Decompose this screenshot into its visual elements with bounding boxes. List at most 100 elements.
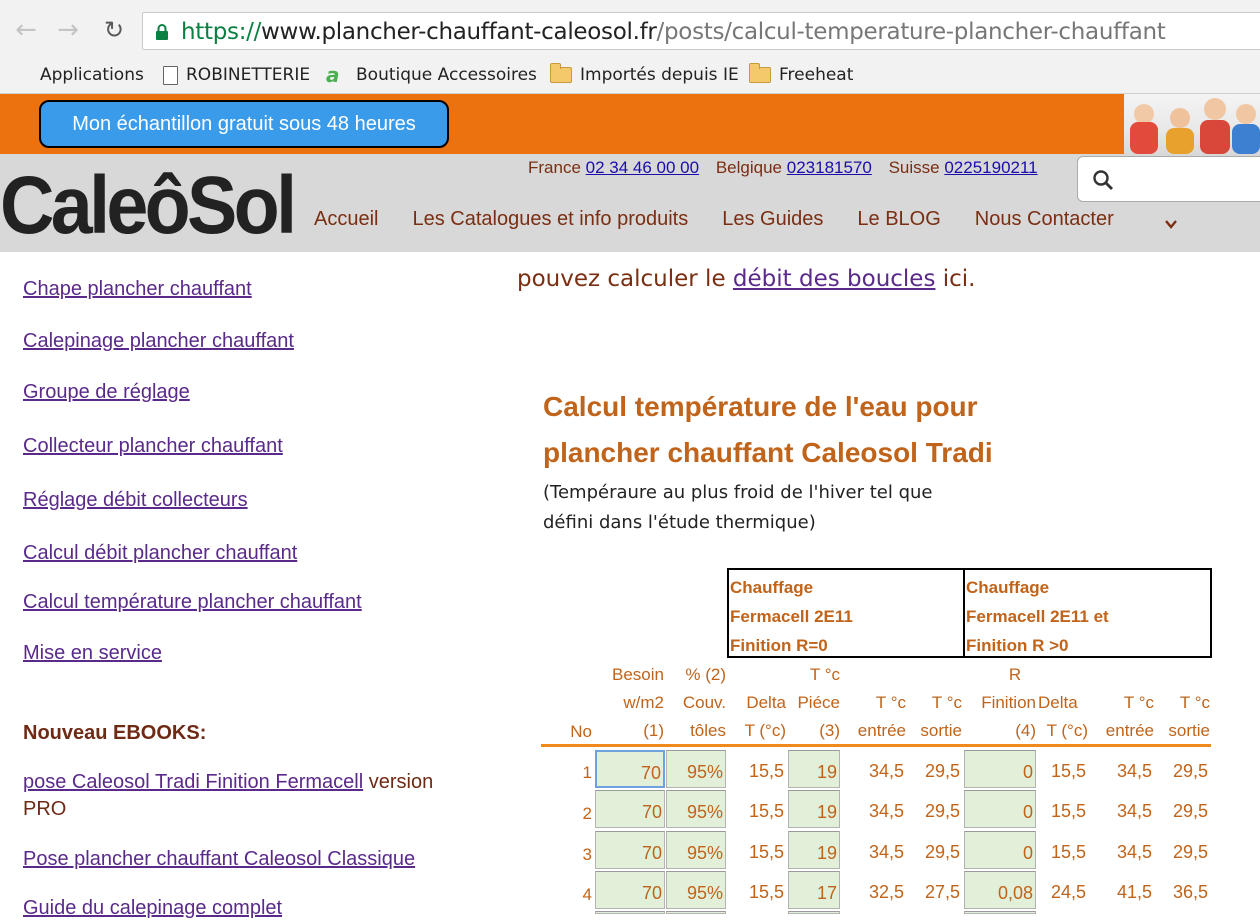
lock-icon xyxy=(156,24,168,40)
address-bar[interactable]: https://www.plancher-chauffant-caleosol.… xyxy=(142,12,1260,50)
bookmarks-bar: Applications ROBINETTERIE a Boutique Acc… xyxy=(0,58,1260,94)
t-piece-input[interactable]: 19 xyxy=(788,790,840,828)
header-t-entree1: T °c entrée xyxy=(857,693,906,740)
bookmark-applications[interactable]: Applications xyxy=(12,62,144,88)
table-header-rule xyxy=(541,744,1211,747)
browser-toolbar: ← → ↻ https://www.plancher-chauffant-cal… xyxy=(0,0,1260,58)
bookmark-importes-ie[interactable]: Importés depuis IE xyxy=(550,62,739,88)
header-delta-t2: Delta T (°c) xyxy=(1038,693,1088,740)
sidebar-link-calepinage[interactable]: Calepinage plancher chauffant xyxy=(23,330,294,352)
t-entree2-value: 34,5 xyxy=(1116,842,1152,862)
reload-icon[interactable]: ↻ xyxy=(100,16,128,44)
t-sortie1-value: 29,5 xyxy=(924,842,960,862)
r-finition-input[interactable]: 0,08 xyxy=(964,871,1036,909)
r-finition-input[interactable]: 0 xyxy=(964,790,1036,828)
delta-t2-value: 15,5 xyxy=(1050,761,1086,781)
couverture-input[interactable]: 95% xyxy=(666,871,726,909)
bookmark-robinetterie[interactable]: ROBINETTERIE xyxy=(163,62,310,88)
ebooks-heading: Nouveau EBOOKS: xyxy=(23,722,207,744)
sidebar-link-reglage-debit[interactable]: Réglage débit collecteurs xyxy=(23,489,248,511)
folder-icon xyxy=(749,63,771,83)
t-sortie1-value: 27,5 xyxy=(924,882,960,902)
t-piece-input[interactable]: 19 xyxy=(788,750,840,788)
back-arrow-icon[interactable]: ← xyxy=(12,16,40,44)
t-sortie2-value: 29,5 xyxy=(1172,801,1208,821)
couverture-input[interactable]: 95% xyxy=(666,831,726,869)
r-finition-input[interactable]: 0 xyxy=(964,831,1036,869)
bookmark-boutique[interactable]: a Boutique Accessoires xyxy=(326,62,537,88)
chevron-down-icon[interactable] xyxy=(1163,216,1179,232)
delta-t1-value: 15,5 xyxy=(748,761,784,781)
header-t-piece: T °c Piéce (3) xyxy=(797,665,840,740)
search-input[interactable] xyxy=(1077,156,1260,202)
header-couverture: % (2) Couv. tôles xyxy=(682,665,726,740)
nav-accueil[interactable]: Accueil xyxy=(314,208,378,230)
t-piece-input[interactable]: 17 xyxy=(788,871,840,909)
intro-text: pouvez calculer le débit des boucles ici… xyxy=(517,266,976,292)
sidebar-link-groupe-reglage[interactable]: Groupe de réglage xyxy=(23,381,190,403)
row-number: 1 xyxy=(582,763,592,782)
phone-suisse-link[interactable]: 0225190211 xyxy=(944,158,1037,177)
site-header: CaleôSol France 02 34 46 00 00 Belgique … xyxy=(0,154,1260,252)
delta-t2-value: 15,5 xyxy=(1050,801,1086,821)
r-finition-input[interactable]: 0 xyxy=(964,750,1036,788)
nav-catalogues[interactable]: Les Catalogues et info produits xyxy=(412,208,688,230)
delta-t1-value: 15,5 xyxy=(748,842,784,862)
header-t-sortie1: T °c sortie xyxy=(920,693,962,740)
nav-blog[interactable]: Le BLOG xyxy=(857,208,940,230)
t-sortie2-value: 29,5 xyxy=(1172,761,1208,781)
phone-numbers: France 02 34 46 00 00 Belgique 023181570… xyxy=(528,158,1038,177)
t-sortie1-value: 29,5 xyxy=(924,801,960,821)
sidebar-link-mise-en-service[interactable]: Mise en service xyxy=(23,642,162,664)
delta-t2-value: 15,5 xyxy=(1050,842,1086,862)
t-piece-input[interactable]: 19 xyxy=(788,831,840,869)
header-delta-t1: Delta T (°c) xyxy=(744,693,786,740)
sidebar-link-calcul-debit[interactable]: Calcul débit plancher chauffant xyxy=(23,542,297,564)
besoin-input[interactable]: 70 xyxy=(595,871,665,909)
couverture-input[interactable]: 95% xyxy=(666,750,726,788)
page-icon xyxy=(163,65,178,85)
delta-t1-value: 15,5 xyxy=(748,801,784,821)
t-entree1-value: 34,5 xyxy=(868,761,904,781)
t-entree2-value: 41,5 xyxy=(1116,882,1152,902)
sidebar-link-chape[interactable]: Chape plancher chauffant xyxy=(23,278,252,300)
row-number: 3 xyxy=(582,845,592,864)
besoin-input[interactable]: 70 xyxy=(595,831,665,869)
nav-guides[interactable]: Les Guides xyxy=(722,208,823,230)
row-number: 4 xyxy=(582,885,592,904)
ebook-link-tradi-fermacell[interactable]: pose Caleosol Tradi Finition Fermacell xyxy=(23,771,363,793)
ebook-link-classique[interactable]: Pose plancher chauffant Caleosol Classiq… xyxy=(23,848,415,870)
calculator-title: Calcul température de l'eau pour planche… xyxy=(543,391,993,468)
url-text: https://www.plancher-chauffant-caleosol.… xyxy=(181,19,1166,45)
caleosol-logo[interactable]: CaleôSol xyxy=(0,164,297,248)
header-t-entree2: T °c entrée xyxy=(1105,693,1154,740)
besoin-input[interactable]: 70 xyxy=(595,750,665,788)
nav-contact[interactable]: Nous Contacter xyxy=(975,208,1114,230)
children-photo xyxy=(1124,94,1260,154)
besoin-input[interactable]: 70 xyxy=(595,790,665,828)
t-entree2-value: 34,5 xyxy=(1116,761,1152,781)
sidebar-link-collecteur[interactable]: Collecteur plancher chauffant xyxy=(23,435,283,457)
bookmark-freeheat[interactable]: Freeheat xyxy=(749,62,853,88)
t-entree2-value: 34,5 xyxy=(1116,801,1152,821)
promo-banner: Mon échantillon gratuit sous 48 heures xyxy=(0,94,1260,154)
apps-grid-icon xyxy=(12,65,32,85)
debit-boucles-link[interactable]: débit des boucles xyxy=(733,266,936,292)
delta-t2-value: 24,5 xyxy=(1050,882,1086,902)
phone-france-link[interactable]: 02 34 46 00 00 xyxy=(586,158,699,177)
couverture-input[interactable]: 95% xyxy=(666,790,726,828)
calculator-subtitle: (Tempéraure au plus froid de l'hiver tel… xyxy=(543,482,933,533)
header-t-sortie2: T °c sortie xyxy=(1168,693,1210,740)
forward-arrow-icon[interactable]: → xyxy=(54,16,82,44)
phone-belgique-link[interactable]: 023181570 xyxy=(787,158,872,177)
free-sample-button[interactable]: Mon échantillon gratuit sous 48 heures xyxy=(39,100,449,148)
boutique-logo-icon: a xyxy=(326,63,340,87)
t-entree1-value: 32,5 xyxy=(868,882,904,902)
search-icon xyxy=(1093,170,1113,190)
row-number: 2 xyxy=(582,804,592,823)
group-header-rgt0: Chauffage Fermacell 2E11 et Finition R >… xyxy=(963,568,1212,658)
group-header-r0: Chauffage Fermacell 2E11 Finition R=0 xyxy=(727,568,965,658)
folder-icon xyxy=(550,63,572,83)
ebook-link-calepinage[interactable]: Guide du calepinage complet xyxy=(23,897,282,919)
sidebar-link-calcul-temperature[interactable]: Calcul température plancher chauffant xyxy=(23,591,362,613)
